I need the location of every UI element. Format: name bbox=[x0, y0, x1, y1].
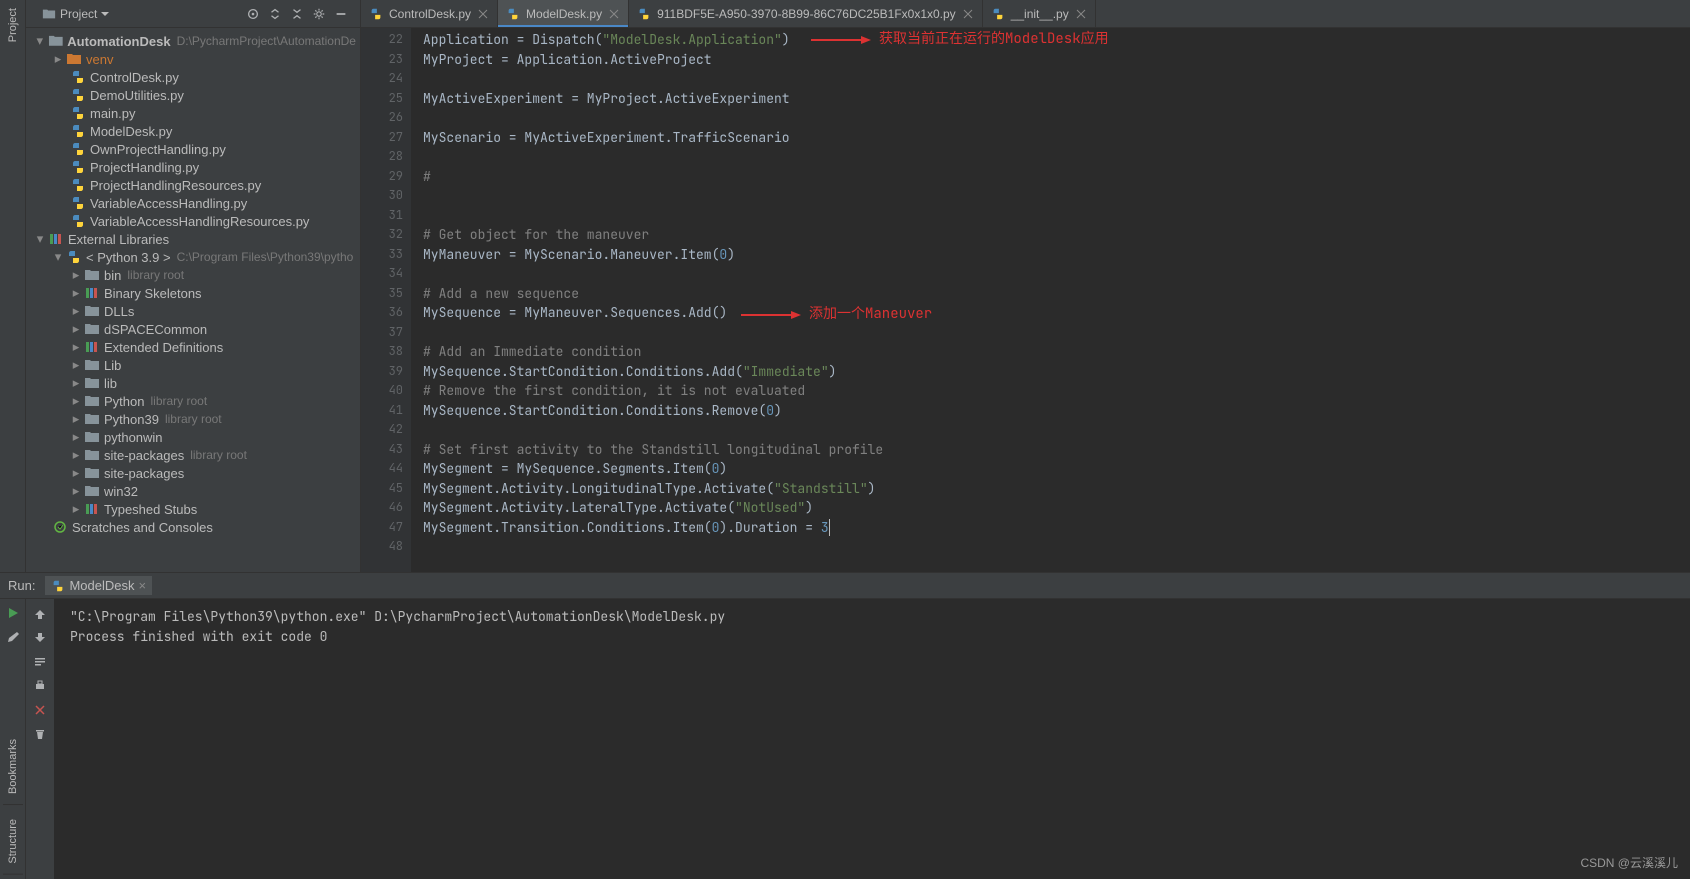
tree-file[interactable]: DemoUtilities.py bbox=[26, 86, 360, 104]
soft-wrap-button[interactable] bbox=[29, 651, 51, 673]
tree-scratches[interactable]: Scratches and Consoles bbox=[26, 518, 360, 536]
run-console[interactable]: "C:\Program Files\Python39\python.exe" D… bbox=[54, 599, 1690, 879]
close-button[interactable] bbox=[29, 699, 51, 721]
project-tree[interactable]: ▾ AutomationDesk D:\PycharmProject\Autom… bbox=[26, 28, 360, 572]
project-sidebar: Project ▾ AutomationDesk D:\PycharmProje… bbox=[26, 0, 361, 572]
editor-tab[interactable]: 911BDF5E-A950-3970-8B99-86C76DC25B1Fx0x1… bbox=[629, 0, 983, 27]
watermark: CSDN @云溪溪儿 bbox=[1580, 854, 1678, 871]
left-tab-structure[interactable]: Structure bbox=[3, 809, 23, 875]
editor-tab[interactable]: __init__.py bbox=[983, 0, 1096, 27]
tree-lib[interactable]: ▸site-packages library root bbox=[26, 446, 360, 464]
annotation-2: 添加一个Maneuver bbox=[741, 305, 932, 325]
tree-lib[interactable]: ▸DLLs bbox=[26, 302, 360, 320]
hide-button[interactable] bbox=[330, 3, 352, 25]
editor-tab[interactable]: ModelDesk.py bbox=[498, 0, 629, 27]
tree-file[interactable]: VariableAccessHandling.py bbox=[26, 194, 360, 212]
dropdown-arrow-icon bbox=[101, 10, 109, 18]
tree-file[interactable]: ProjectHandlingResources.py bbox=[26, 176, 360, 194]
tree-file[interactable]: main.py bbox=[26, 104, 360, 122]
print-button[interactable] bbox=[29, 675, 51, 697]
tree-lib[interactable]: ▸dSPACECommon bbox=[26, 320, 360, 338]
tree-lib[interactable]: ▸Binary Skeletons bbox=[26, 284, 360, 302]
annotation-1: 获取当前正在运行的ModelDesk应用 bbox=[811, 30, 1109, 50]
run-config[interactable]: ModelDesk × bbox=[45, 576, 152, 595]
tree-python-env[interactable]: ▾ < Python 3.9 > C:\Program Files\Python… bbox=[26, 248, 360, 266]
settings-button[interactable] bbox=[308, 3, 330, 25]
trash-button[interactable] bbox=[29, 723, 51, 745]
run-tool-button[interactable] bbox=[3, 627, 23, 647]
scroll-up-button[interactable] bbox=[29, 603, 51, 625]
folder-icon bbox=[42, 7, 56, 21]
tree-lib[interactable]: ▸Extended Definitions bbox=[26, 338, 360, 356]
scroll-down-button[interactable] bbox=[29, 627, 51, 649]
collapse-all-button[interactable] bbox=[286, 3, 308, 25]
run-label: Run: bbox=[8, 578, 35, 593]
tree-file[interactable]: ProjectHandling.py bbox=[26, 158, 360, 176]
tree-lib[interactable]: ▸Python library root bbox=[26, 392, 360, 410]
left-tab-project[interactable]: Project bbox=[7, 0, 19, 50]
tree-lib[interactable]: ▸site-packages bbox=[26, 464, 360, 482]
tree-project-root[interactable]: ▾ AutomationDesk D:\PycharmProject\Autom… bbox=[26, 32, 360, 50]
tree-file[interactable]: ModelDesk.py bbox=[26, 122, 360, 140]
tree-file[interactable]: OwnProjectHandling.py bbox=[26, 140, 360, 158]
tree-lib[interactable]: ▸bin library root bbox=[26, 266, 360, 284]
tree-lib[interactable]: ▸pythonwin bbox=[26, 428, 360, 446]
tree-file[interactable]: VariableAccessHandlingResources.py bbox=[26, 212, 360, 230]
tree-lib[interactable]: ▸lib bbox=[26, 374, 360, 392]
run-play-button[interactable] bbox=[3, 603, 23, 623]
line-gutter: 2223242526272829303132333435363738394041… bbox=[361, 28, 411, 572]
left-tab-bookmarks[interactable]: Bookmarks bbox=[3, 729, 23, 805]
tree-lib[interactable]: ▸win32 bbox=[26, 482, 360, 500]
tree-lib[interactable]: ▸Lib bbox=[26, 356, 360, 374]
project-view-selector[interactable]: Project bbox=[34, 5, 117, 23]
locate-button[interactable] bbox=[242, 3, 264, 25]
project-title: Project bbox=[60, 7, 97, 21]
expand-all-button[interactable] bbox=[264, 3, 286, 25]
tree-external-libraries[interactable]: ▾ External Libraries bbox=[26, 230, 360, 248]
code-editor[interactable]: 获取当前正在运行的ModelDesk应用 添加一个Maneuver Applic… bbox=[411, 28, 1690, 572]
editor-tabs: ControlDesk.pyModelDesk.py911BDF5E-A950-… bbox=[361, 0, 1690, 28]
tree-lib[interactable]: ▸Typeshed Stubs bbox=[26, 500, 360, 518]
tree-venv[interactable]: ▸ venv bbox=[26, 50, 360, 68]
tree-lib[interactable]: ▸Python39 library root bbox=[26, 410, 360, 428]
editor-tab[interactable]: ControlDesk.py bbox=[361, 0, 498, 27]
tree-file[interactable]: ControlDesk.py bbox=[26, 68, 360, 86]
